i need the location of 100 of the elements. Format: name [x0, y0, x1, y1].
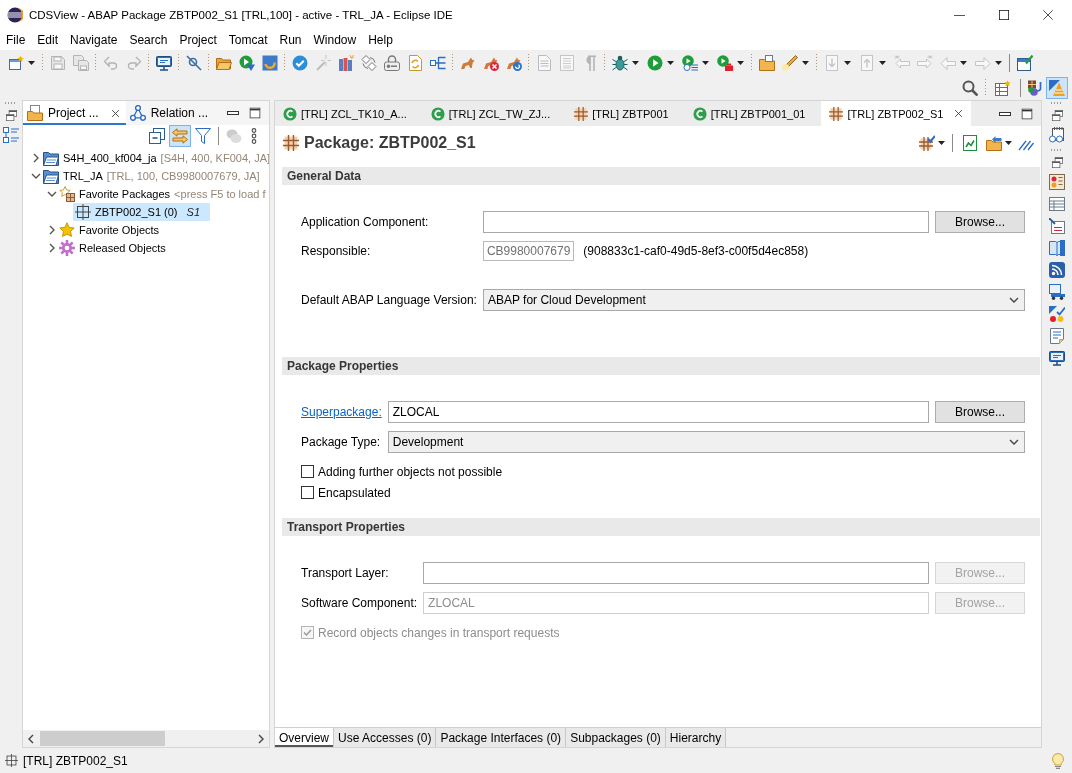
dropdown[interactable]: ABAP for Cloud Development: [482, 289, 1025, 311]
feed-icon[interactable]: [1049, 262, 1065, 278]
table-star-icon[interactable]: [995, 80, 1011, 96]
chevron-left-icon[interactable]: [28, 733, 34, 744]
minimize-icon[interactable]: [227, 111, 239, 115]
chevron-right-icon[interactable]: [49, 243, 55, 253]
play-badge-icon[interactable]: [716, 55, 733, 71]
glasses-note-icon[interactable]: [1049, 127, 1065, 143]
chevron-down-icon[interactable]: [31, 173, 41, 179]
caret-icon[interactable]: [632, 61, 639, 65]
restore-window-icon[interactable]: [5, 110, 17, 121]
pen-icon[interactable]: [781, 55, 798, 71]
menu-item[interactable]: Edit: [31, 33, 65, 47]
caret-icon[interactable]: [879, 61, 886, 65]
dropdown[interactable]: Development: [387, 431, 1025, 453]
window-star-icon[interactable]: [7, 55, 24, 71]
editor-tab[interactable]: [TRL] ZCL_TW_ZJ...: [422, 101, 567, 126]
tree-item[interactable]: Favorite Objects: [57, 221, 161, 239]
menu-item[interactable]: Navigate: [64, 33, 124, 47]
caret-icon[interactable]: [938, 141, 945, 145]
page-tab[interactable]: Overview: [275, 728, 334, 747]
diamonds-icon[interactable]: [360, 55, 377, 71]
page-tab[interactable]: Hierarchy: [665, 728, 727, 747]
restore-window-icon[interactable]: [1051, 110, 1063, 121]
bars-icon[interactable]: [337, 55, 354, 71]
menu-item[interactable]: Window: [307, 33, 363, 47]
caret-icon[interactable]: [995, 61, 1002, 65]
chevron-down-icon[interactable]: [1009, 297, 1019, 303]
maximize-icon[interactable]: [999, 10, 1009, 20]
truck-monitor-icon[interactable]: [1049, 284, 1065, 300]
chevron-right-icon[interactable]: [33, 153, 39, 163]
monitor-icon[interactable]: [155, 55, 172, 71]
checkbox[interactable]: [301, 465, 314, 478]
text-field[interactable]: [423, 562, 929, 584]
browse-button[interactable]: Browse...: [935, 401, 1025, 423]
close-icon[interactable]: [1043, 10, 1053, 20]
table-icon[interactable]: [1049, 196, 1065, 212]
caret-icon[interactable]: [1005, 141, 1012, 145]
folder-arrow-icon[interactable]: [986, 135, 1002, 151]
tree-item[interactable]: ZBTP002_S1 (0) S1: [73, 203, 210, 221]
circle-slash-icon[interactable]: [185, 55, 202, 71]
chevron-right-icon[interactable]: [49, 225, 55, 235]
tree-item[interactable]: S4H_400_kf004_ja [S4H, 400, KF004, JA]: [41, 149, 269, 167]
caret-icon[interactable]: [844, 61, 851, 65]
caret-icon[interactable]: [667, 61, 674, 65]
chevron-right-icon[interactable]: [258, 733, 264, 744]
close-icon[interactable]: [110, 108, 120, 118]
folder-window-icon[interactable]: [758, 55, 775, 71]
page-tab[interactable]: Subpackages (0): [566, 728, 666, 747]
checkbox[interactable]: [301, 486, 314, 499]
menu-item[interactable]: Help: [362, 33, 399, 47]
minimize-icon[interactable]: [954, 14, 965, 16]
cat-stop-icon[interactable]: [482, 55, 499, 71]
menu-item[interactable]: File: [0, 33, 32, 47]
editor-tab[interactable]: [TRL] ZBTP001_01: [684, 101, 822, 126]
chevron-down-icon[interactable]: [1009, 439, 1019, 445]
caret-icon[interactable]: [960, 61, 967, 65]
play-list-icon[interactable]: [681, 55, 698, 71]
list-panel-icon[interactable]: [1049, 174, 1065, 190]
menu-item[interactable]: Tomcat: [222, 33, 274, 47]
close-icon[interactable]: [954, 109, 964, 118]
text-field[interactable]: [482, 211, 929, 233]
note-icon[interactable]: [1049, 328, 1065, 344]
text-field[interactable]: ZLOCAL: [387, 401, 929, 423]
browse-button[interactable]: Browse...: [935, 211, 1025, 233]
book-icon[interactable]: [1049, 240, 1065, 256]
page-tab[interactable]: Package Interfaces (0): [436, 728, 567, 747]
view-tab[interactable]: Relation ...: [125, 101, 215, 125]
menu-item[interactable]: Search: [123, 33, 174, 47]
chevron-down-icon[interactable]: [47, 191, 57, 197]
menu-item[interactable]: Run: [273, 33, 308, 47]
minimize-icon[interactable]: [999, 111, 1011, 116]
tree-icon[interactable]: [429, 55, 446, 71]
tree-item[interactable]: Favorite Packages <press F5 to load f: [57, 185, 267, 203]
maximize-icon[interactable]: [249, 107, 261, 119]
lightbulb-icon[interactable]: [1050, 752, 1066, 769]
view-menu-icon[interactable]: [251, 128, 257, 144]
tree-item[interactable]: TRL_JA [TRL, 100, CB9980007679, JA]: [41, 167, 261, 185]
caret-icon[interactable]: [28, 61, 35, 65]
editor-tab[interactable]: [TRL] ZCL_TK10_A...: [275, 101, 423, 126]
pinned-window-icon[interactable]: [1016, 55, 1033, 71]
monitor-icon[interactable]: [1049, 350, 1065, 366]
page-tab[interactable]: Use Accesses (0): [334, 728, 437, 747]
editor-tab[interactable]: [TRL] ZBTP002_S1: [821, 101, 972, 126]
caret-icon[interactable]: [802, 61, 809, 65]
cat-refresh-icon[interactable]: [505, 55, 522, 71]
view-tab[interactable]: Project ...: [23, 101, 126, 125]
open-folder-icon[interactable]: [215, 55, 232, 71]
cat-icon[interactable]: [459, 55, 476, 71]
chart-document-icon[interactable]: [962, 135, 978, 151]
outline-icon[interactable]: [3, 127, 19, 143]
square-arc-icon[interactable]: [261, 55, 278, 71]
hash-grid-check-icon[interactable]: [919, 135, 935, 151]
maximize-icon[interactable]: [1021, 107, 1033, 120]
caret-icon[interactable]: [737, 61, 744, 65]
lock-icon[interactable]: [383, 55, 400, 71]
bug-icon[interactable]: [611, 55, 628, 71]
form-edit-icon[interactable]: [1049, 218, 1065, 234]
label-link[interactable]: Superpackage:: [301, 405, 382, 419]
editor-tab[interactable]: [TRL] ZBTP001: [566, 101, 685, 126]
